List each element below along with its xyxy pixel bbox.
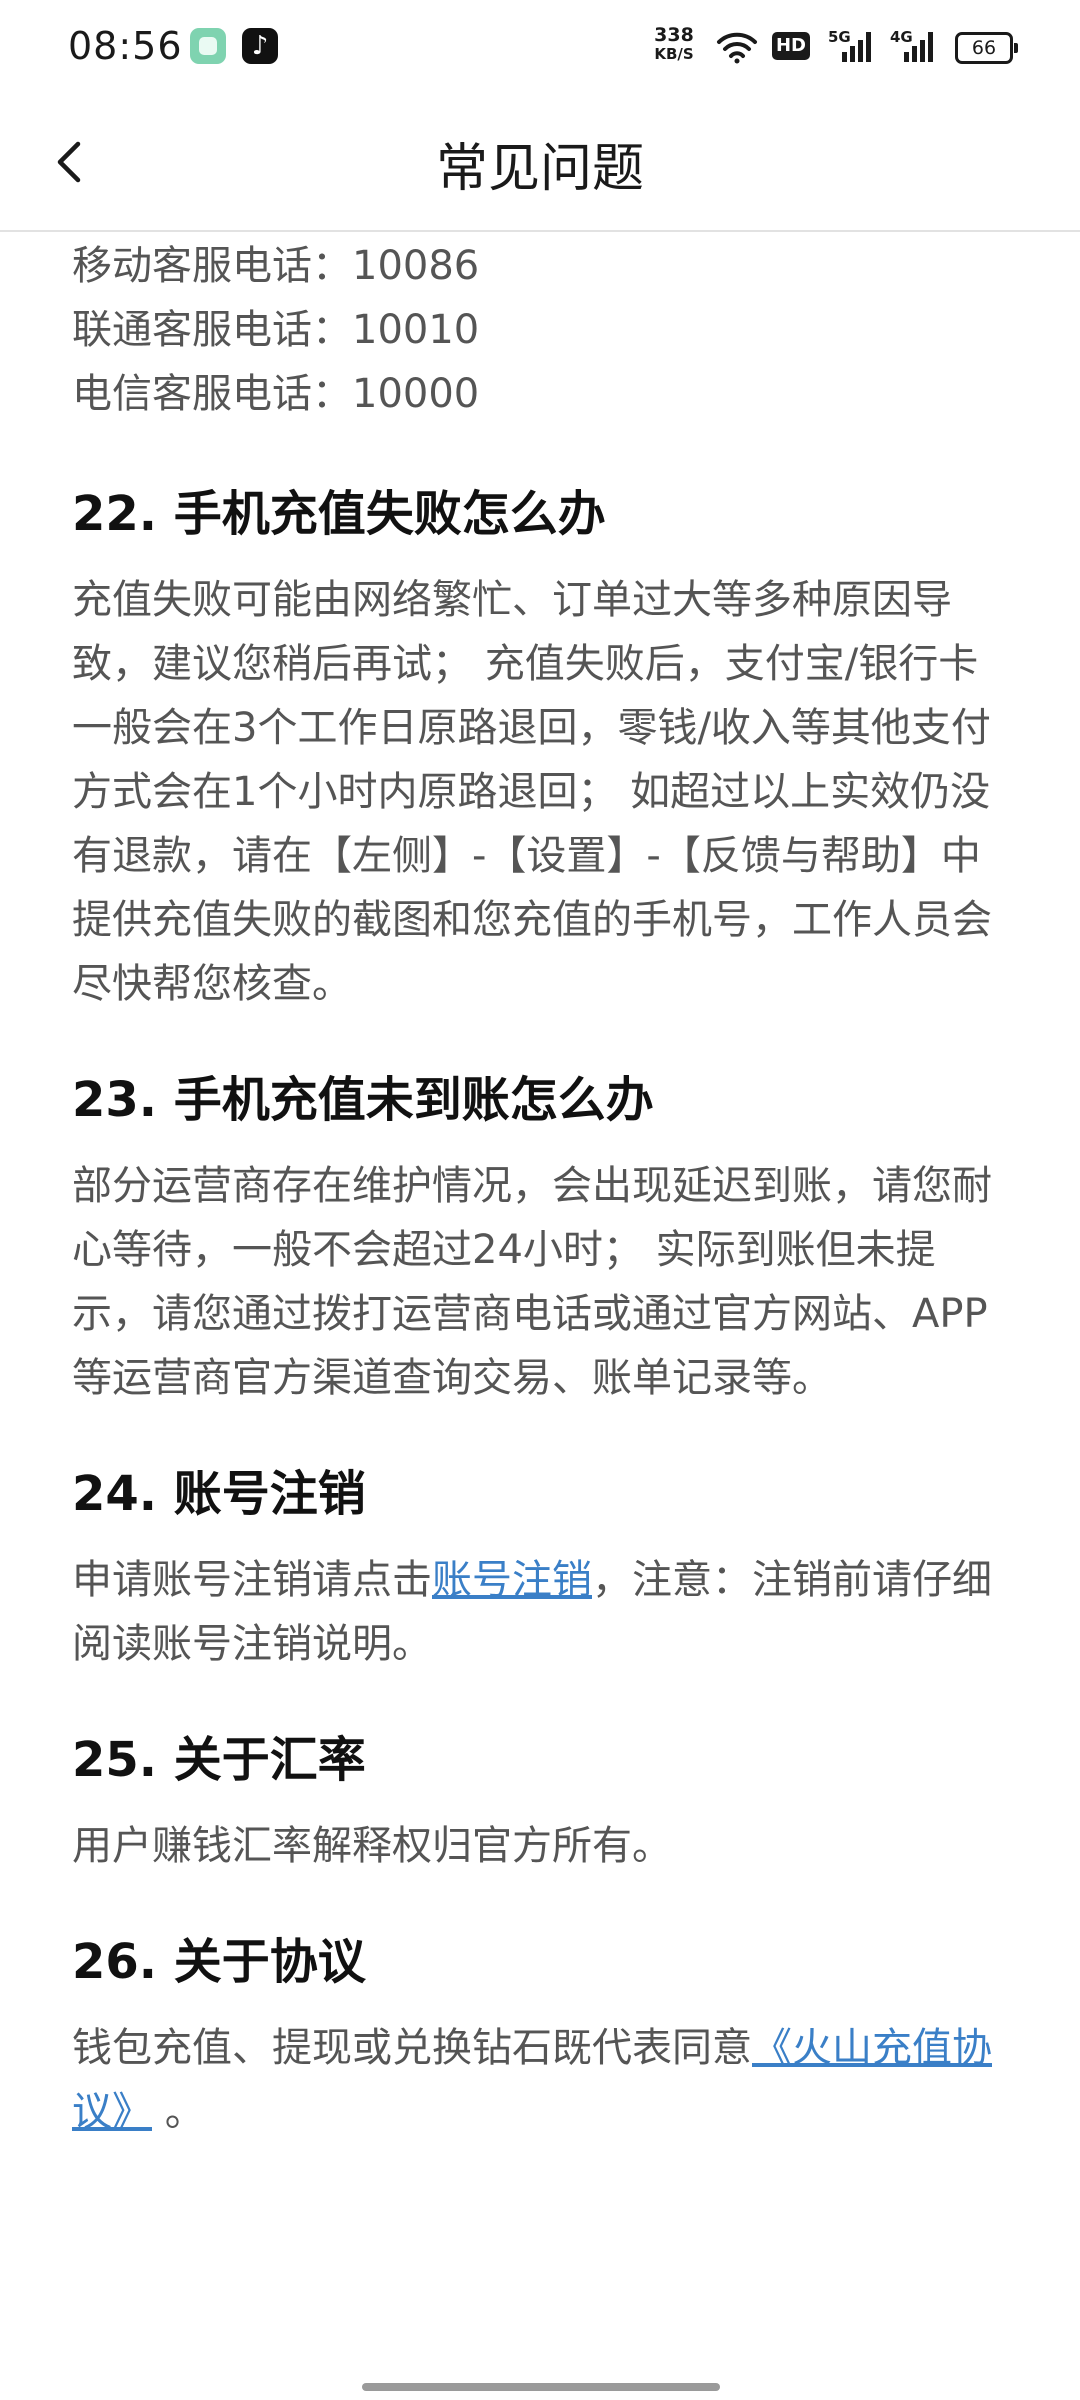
network-speed-value: 338: [654, 24, 694, 46]
contact-list: 移动客服电话：10086 联通客服电话：10010 电信客服电话：10000: [72, 234, 1012, 426]
status-bar: 08:56 ♪ 338 KB/S HD 5G 4G 66: [0, 0, 1080, 96]
faq-item-24: 24. 账号注销 申请账号注销请点击账号注销，注意：注销前请仔细阅读账号注销说明…: [72, 1462, 1012, 1676]
faq-body-24: 申请账号注销请点击账号注销，注意：注销前请仔细阅读账号注销说明。: [72, 1548, 1012, 1676]
contact-unicom: 联通客服电话：10010: [72, 307, 480, 353]
faq-title-25: 25. 关于汇率: [72, 1732, 366, 1788]
faq-body-26: 钱包充值、提现或兑换钻石既代表同意《火山充值协议》 。: [72, 2016, 1012, 2144]
messages-app-icon: [190, 28, 226, 64]
contact-mobile: 移动客服电话：10086: [72, 243, 480, 289]
signal-5g-icon: 5G: [828, 28, 876, 64]
faq-item-22: 22. 手机充值失败怎么办 充值失败可能由网络繁忙、订单过大等多种原因导致，建议…: [72, 482, 1012, 1016]
faq-item-23: 23. 手机充值未到账怎么办 部分运营商存在维护情况，会出现延迟到账，请您耐心等…: [72, 1068, 1012, 1410]
page-title: 常见问题: [435, 139, 644, 199]
faq-body-26-after: 。: [152, 2089, 205, 2135]
nav-bar: 常见问题: [0, 96, 1080, 232]
battery-icon: 66: [955, 32, 1018, 64]
account-cancel-link[interactable]: 账号注销: [432, 1557, 592, 1603]
faq-item-25: 25. 关于汇率 用户赚钱汇率解释权归官方所有。: [72, 1728, 1012, 1878]
faq-body-25: 用户赚钱汇率解释权归官方所有。: [72, 1823, 672, 1869]
battery-level: 66: [971, 37, 997, 59]
hd-icon: HD: [772, 32, 810, 60]
status-time: 08:56: [68, 24, 183, 68]
faq-title-24: 24. 账号注销: [72, 1466, 366, 1522]
faq-item-26: 26. 关于协议 钱包充值、提现或兑换钻石既代表同意《火山充值协议》 。: [72, 1930, 1012, 2144]
faq-title-22: 22. 手机充值失败怎么办: [72, 486, 606, 542]
faq-body-26-before: 钱包充值、提现或兑换钻石既代表同意: [72, 2025, 752, 2071]
faq-title-26: 26. 关于协议: [72, 1934, 366, 1990]
hd-label: HD: [775, 35, 806, 56]
home-indicator[interactable]: [362, 2383, 720, 2391]
signal-4g-icon: 4G: [890, 28, 938, 64]
network-speed-unit: KB/S: [654, 45, 694, 63]
tiktok-app-icon: ♪: [242, 28, 278, 64]
faq-body-22: 充值失败可能由网络繁忙、订单过大等多种原因导致，建议您稍后再试； 充值失败后，支…: [72, 577, 992, 1007]
contact-telecom: 电信客服电话：10000: [72, 371, 480, 417]
screen: 08:56 ♪ 338 KB/S HD 5G 4G 66 常见问题 移动客服电话…: [0, 0, 1080, 2400]
faq-body-23: 部分运营商存在维护情况，会出现延迟到账，请您耐心等待，一般不会超过24小时； 实…: [72, 1163, 992, 1401]
faq-title-23: 23. 手机充值未到账怎么办: [72, 1072, 654, 1128]
wifi-icon: [717, 32, 757, 64]
faq-body-24-before: 申请账号注销请点击: [72, 1557, 432, 1603]
network-speed: 338 KB/S: [650, 26, 698, 64]
faq-content[interactable]: 移动客服电话：10086 联通客服电话：10010 电信客服电话：10000 2…: [72, 234, 1012, 2144]
